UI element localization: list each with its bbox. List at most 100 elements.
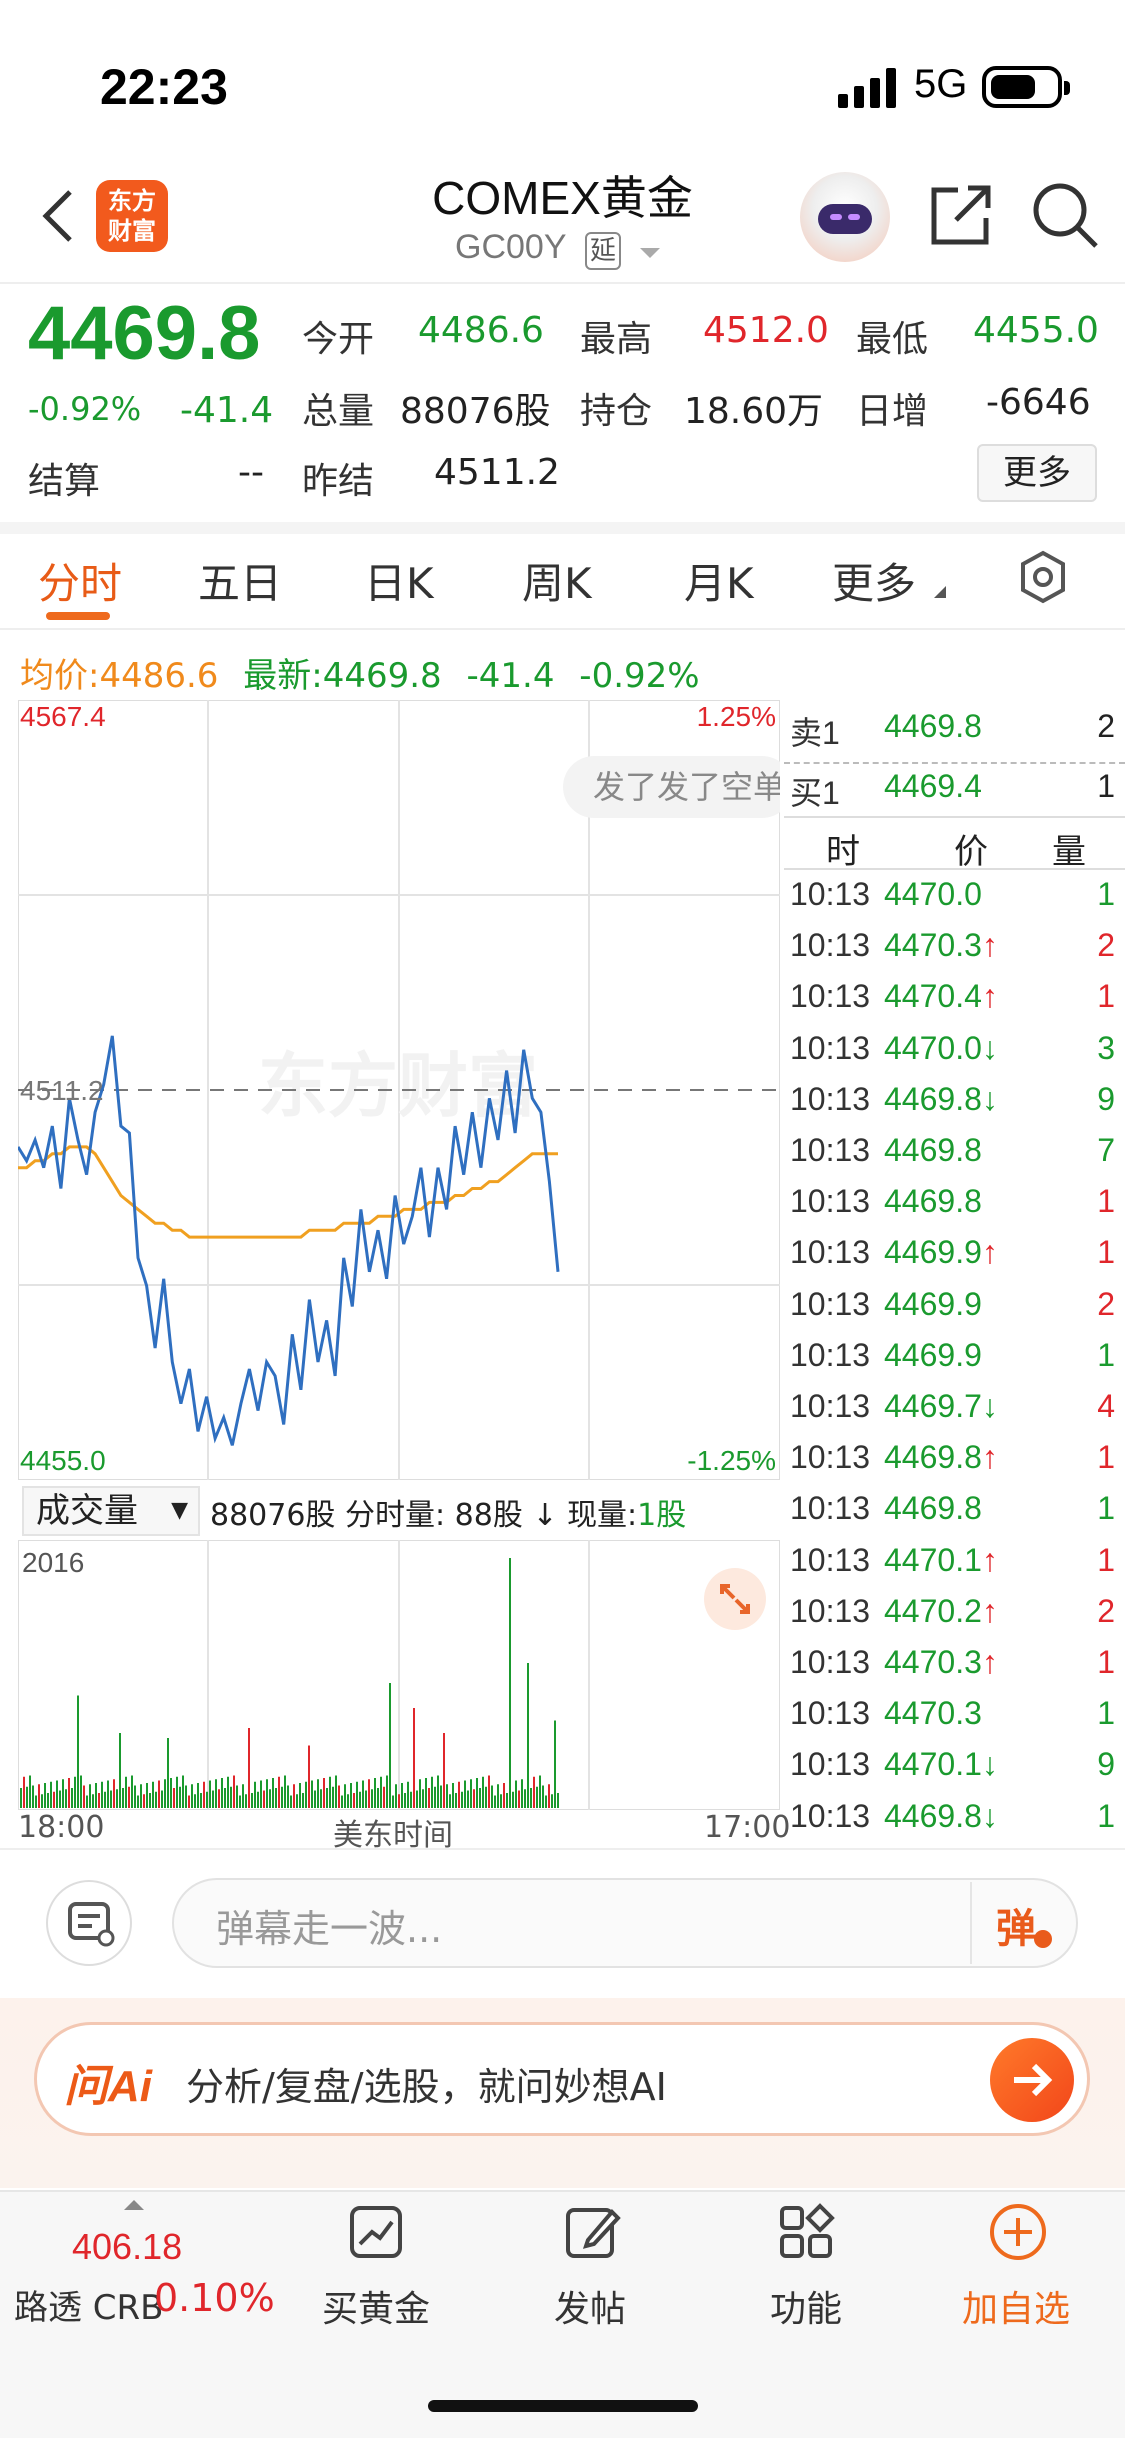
- robot-assistant-icon[interactable]: [800, 172, 890, 262]
- book-divider: [784, 762, 1125, 764]
- chart-buy-icon[interactable]: [346, 2202, 406, 2262]
- plus-circle-icon[interactable]: [988, 2202, 1048, 2262]
- index-name[interactable]: 路透 CRB: [14, 2280, 164, 2329]
- volume-bar: [212, 1790, 214, 1808]
- volume-bar: [95, 1783, 97, 1808]
- volume-bar: [110, 1790, 112, 1808]
- gear-icon[interactable]: [1016, 550, 1070, 604]
- tick-price: 4470.0↓: [884, 1029, 998, 1066]
- share-icon[interactable]: [928, 182, 994, 248]
- volume-chart[interactable]: 2016: [18, 1540, 780, 1810]
- tick-volume: 1: [1097, 1336, 1115, 1373]
- volume-bar: [512, 1791, 514, 1808]
- clock: 22:23: [100, 59, 228, 115]
- tick-price: 4470.2↑: [884, 1592, 998, 1629]
- edit-post-icon[interactable]: [562, 2202, 622, 2262]
- tab-weekly-k[interactable]: 周K: [522, 550, 592, 611]
- tick-row: 10:13 4469.8↑ 1: [784, 1439, 1125, 1490]
- volume-bar: [191, 1784, 193, 1808]
- battery-icon: [982, 66, 1070, 108]
- volume-bar: [554, 1720, 556, 1808]
- tick-row: 10:13 4469.8 1: [784, 1490, 1125, 1541]
- volume-info: 88076股 分时量: 88股 ↓ 现量:1股: [210, 1490, 686, 1534]
- volume-bar: [356, 1781, 358, 1808]
- tick-price: 4469.8↓: [884, 1797, 998, 1834]
- index-pct[interactable]: 0.10%: [154, 2276, 275, 2320]
- nav-post[interactable]: 发帖: [554, 2280, 626, 2332]
- arrow-right-icon[interactable]: [990, 2038, 1074, 2122]
- volume-bar: [200, 1793, 202, 1808]
- caret-up-icon[interactable]: [124, 2200, 144, 2210]
- tab-monthly-k[interactable]: 月K: [684, 550, 754, 611]
- index-value[interactable]: 406.18: [72, 2226, 182, 2268]
- volume-bar: [383, 1786, 385, 1808]
- home-indicator[interactable]: [428, 2400, 698, 2412]
- volume-bar: [557, 1793, 559, 1808]
- volume-bar: [446, 1784, 448, 1808]
- volume-bar: [470, 1779, 472, 1808]
- volume-bar: [464, 1780, 466, 1808]
- nav-buy-gold[interactable]: 买黄金: [322, 2280, 430, 2332]
- input-divider: [970, 1882, 972, 1964]
- volume-bar: [125, 1776, 127, 1808]
- volume-bar: [551, 1794, 553, 1808]
- low-label: 最低: [856, 319, 929, 360]
- volume-bar: [485, 1786, 487, 1808]
- volume-bar: [167, 1738, 169, 1808]
- volume-bar: [230, 1786, 232, 1808]
- volume-bar: [23, 1776, 25, 1808]
- order-book: 卖1 4469.8 2 买1 4469.4 1 时 价 量 10:13 4470.…: [784, 700, 1125, 1840]
- volume-bar: [377, 1788, 379, 1808]
- tick-time: 10:13: [790, 927, 871, 964]
- nav-add-watchlist[interactable]: 加自选: [962, 2280, 1070, 2332]
- volume-bar: [179, 1786, 181, 1808]
- expand-icon[interactable]: [704, 1568, 766, 1630]
- tick-row: 10:13 4470.3↑ 1: [784, 1644, 1125, 1695]
- volume-bar: [272, 1778, 274, 1808]
- tick-volume: 1: [1097, 1695, 1115, 1732]
- volume-bar: [452, 1783, 454, 1808]
- tick-volume: 1: [1097, 1541, 1115, 1578]
- high-label: 最高: [580, 319, 653, 360]
- ask-label: 卖1: [790, 715, 840, 751]
- tick-volume: 4: [1097, 1388, 1115, 1424]
- tab-daily-k[interactable]: 日K: [364, 550, 434, 611]
- tab-intraday[interactable]: 分时: [38, 550, 122, 611]
- danmaku-send-button[interactable]: 弹: [996, 1896, 1036, 1954]
- volume-bar: [38, 1784, 40, 1808]
- tick-direction: ↓: [981, 1080, 998, 1117]
- chevron-down-icon[interactable]: [640, 248, 660, 258]
- volume-bar: [338, 1785, 340, 1808]
- volume-bar: [506, 1793, 508, 1808]
- change-percent: -0.92%: [28, 390, 142, 428]
- volume-indicator-select[interactable]: 成交量 ▼: [22, 1486, 200, 1536]
- open-value: 4486.6: [418, 310, 544, 351]
- search-icon[interactable]: [1030, 180, 1100, 250]
- check-badge-icon: [1034, 1930, 1052, 1948]
- y-min-label: 4455.0: [20, 1445, 106, 1476]
- volume-bar: [83, 1785, 85, 1808]
- tab-more[interactable]: 更多: [832, 550, 916, 611]
- tick-direction: ↓: [981, 1746, 998, 1783]
- ref-value-label: 4511.2: [20, 1075, 104, 1106]
- more-button[interactable]: 更多: [977, 444, 1097, 502]
- volume-bar: [71, 1788, 73, 1808]
- tick-row: 10:13 4469.8 7: [784, 1132, 1125, 1183]
- tab-indicator: [46, 612, 110, 620]
- instrument-code[interactable]: GC00Y: [455, 228, 567, 267]
- volume-bar: [344, 1784, 346, 1808]
- tick-volume: 2: [1097, 1285, 1115, 1322]
- tick-time: 10:13: [790, 1541, 871, 1578]
- pct-bottom-label: -1.25%: [687, 1445, 776, 1476]
- volume-bar: [302, 1793, 304, 1808]
- tick-volume: 1: [1097, 978, 1115, 1015]
- tick-row: 10:13 4470.1↑ 1: [784, 1542, 1125, 1593]
- tab-five-day[interactable]: 五日: [198, 550, 282, 611]
- tick-time: 10:13: [790, 1132, 871, 1168]
- grid-apps-icon[interactable]: [776, 2202, 836, 2262]
- tick-volume: 1: [1097, 1234, 1115, 1271]
- intraday-chart[interactable]: 东方财富 4567.4 4511.2 4455.0 1.25% -1.25% 发…: [18, 700, 780, 1480]
- volume-bar: [494, 1795, 496, 1808]
- comment-list-icon[interactable]: [46, 1880, 132, 1966]
- nav-functions[interactable]: 功能: [770, 2280, 842, 2332]
